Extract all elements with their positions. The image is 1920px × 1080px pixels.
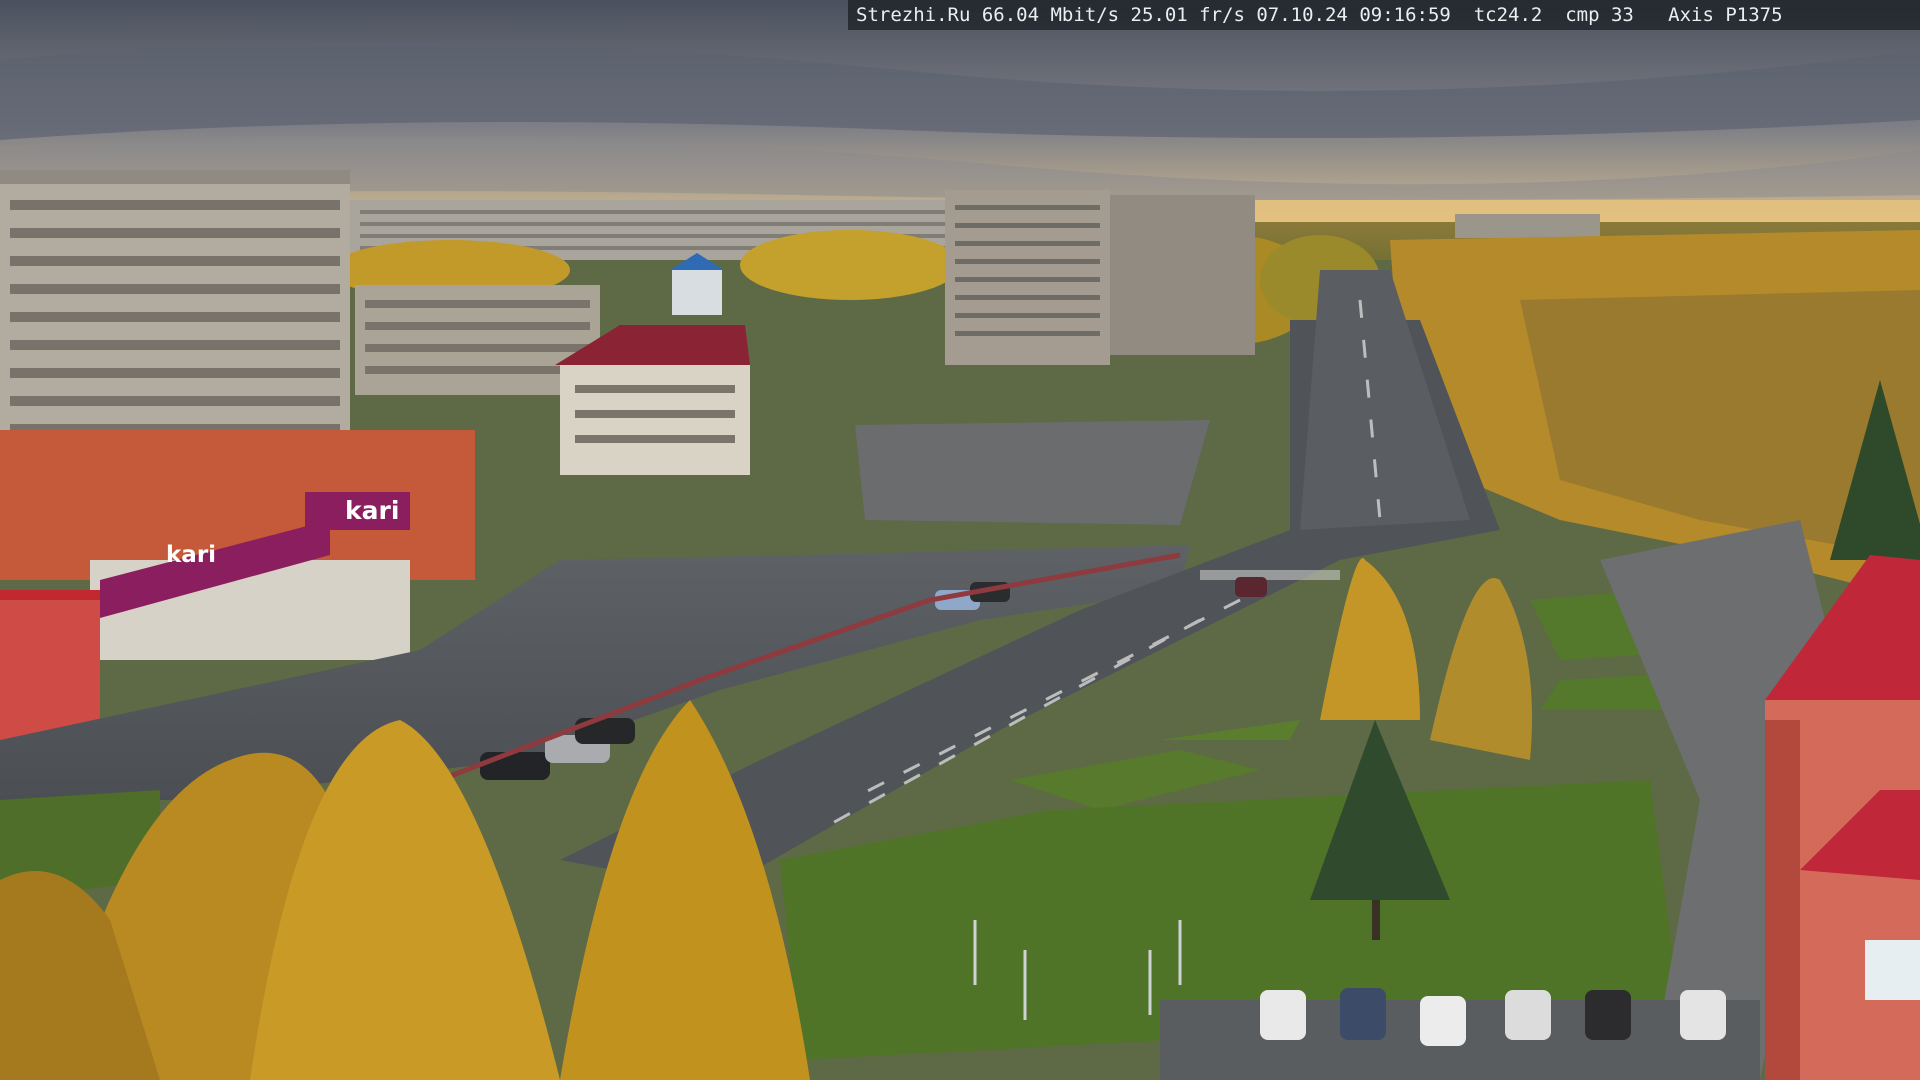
distant-building (1455, 214, 1600, 238)
tower-building-side (1110, 195, 1255, 355)
kari-store-banner: kari (166, 542, 217, 568)
crosswalk (1200, 570, 1340, 580)
tree-mass (740, 230, 960, 300)
camera-info-overlay: Strezhi.Ru 66.04 Mbit/s 25.01 fr/s 07.10… (848, 0, 1920, 30)
upper-lot (855, 420, 1210, 525)
webcam-view: kari kari Strezhi.Ru 66.04 Mbit/s 25.01 … (0, 0, 1920, 1080)
blue-tower (672, 270, 722, 315)
city-square-scene (0, 0, 1920, 1080)
red-roof-building (560, 365, 750, 475)
kari-store-sign: kari (345, 497, 400, 525)
red-tower-window (1865, 940, 1920, 1000)
apartment-block-left-roof (0, 170, 350, 184)
tree-trunk (1372, 900, 1380, 940)
red-tower-pillar (1765, 720, 1800, 1080)
